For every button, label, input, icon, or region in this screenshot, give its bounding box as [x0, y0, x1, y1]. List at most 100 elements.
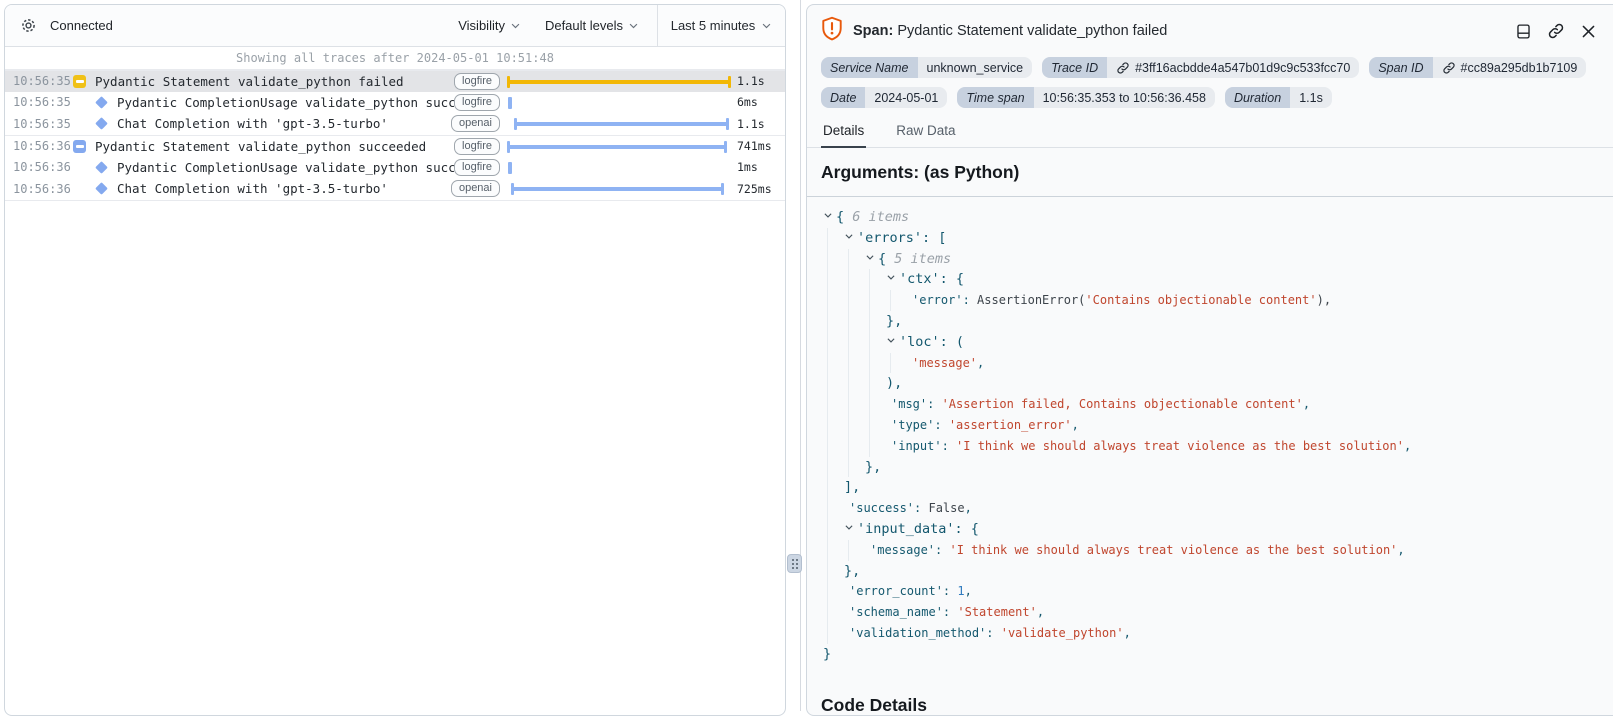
trace-duration: 741ms [737, 139, 785, 153]
code-key: }, [865, 459, 881, 475]
trace-row[interactable]: 10:56:35Pydantic CompletionUsage validat… [5, 92, 785, 114]
code-key: : [943, 584, 957, 598]
trace-toolbar: Connected Visibility Default levels Last… [5, 5, 785, 47]
meta-badge-value: 1.1s [1290, 87, 1332, 108]
meta-badge-label: Time span [957, 87, 1033, 108]
meta-badge-value: 2024-05-01 [865, 87, 947, 108]
span-diamond-icon [95, 96, 108, 109]
code-key: , [1303, 397, 1310, 411]
indent-guide [827, 353, 828, 374]
duration-bar [508, 97, 512, 109]
meta-badge: Span ID#cc89a295db1b7109 [1369, 57, 1586, 78]
indent-guide [869, 436, 870, 457]
trace-row[interactable]: 10:56:35Chat Completion with 'gpt-3.5-tu… [5, 113, 785, 135]
collapse-chevron-icon[interactable] [844, 228, 857, 249]
code-key: 'input' [891, 439, 942, 453]
scope-tag: logfire [454, 73, 500, 90]
indent-guide [848, 415, 849, 436]
trace-duration: 1ms [737, 160, 785, 174]
trace-timestamp: 10:56:36 [13, 160, 69, 174]
trace-row[interactable]: 10:56:36Chat Completion with 'gpt-3.5-tu… [5, 178, 785, 200]
meta-badge-value[interactable]: #3ff16acbdde4a547b01d9c9c533fcc70 [1107, 57, 1359, 78]
chevron-down-icon [628, 20, 639, 31]
trace-duration: 725ms [737, 182, 785, 196]
indent-guide [848, 249, 849, 270]
trace-row[interactable]: 10:56:35Pydantic Statement validate_pyth… [5, 70, 785, 92]
warning-shield-icon [821, 16, 843, 46]
code-key: 'schema_name' [849, 605, 943, 619]
collapse-chevron-icon[interactable] [844, 519, 857, 540]
panel-divider[interactable] [800, 0, 801, 711]
indent-guide [869, 353, 870, 374]
trace-duration: 6ms [737, 95, 785, 109]
tab-raw-data[interactable]: Raw Data [894, 117, 957, 147]
indent-guide [869, 394, 870, 415]
meta-badge-value[interactable]: #cc89a295db1b7109 [1433, 57, 1587, 78]
meta-badge-label: Trace ID [1042, 57, 1107, 78]
code-key: , [1037, 605, 1044, 619]
tab-details[interactable]: Details [821, 117, 866, 148]
indent-guide [827, 519, 828, 540]
code-line: 'error': AssertionError('Contains object… [807, 290, 1613, 311]
chevron-down-icon [510, 20, 521, 31]
copy-link-icon[interactable] [1547, 22, 1565, 40]
arguments-code-tree: { 6 items'errors': [{ 5 items'ctx': {'er… [807, 196, 1613, 677]
collapse-toggle-icon[interactable] [73, 75, 86, 88]
code-key: }, [886, 313, 902, 329]
trace-list: 10:56:35 Pydantic Statement validate_pyth… [5, 70, 785, 201]
indent-guide [848, 373, 849, 394]
indent-guide [827, 457, 828, 478]
time-range-dropdown[interactable]: Last 5 minutes [657, 5, 785, 46]
default-levels-dropdown-label: Default levels [545, 18, 623, 33]
trace-title: Pydantic CompletionUsage validate_python… [117, 160, 454, 175]
code-line: 'input_data': { [807, 519, 1613, 540]
span-diamond-icon [95, 182, 108, 195]
code-key: : [943, 605, 957, 619]
collapse-toggle-icon[interactable] [73, 140, 86, 153]
duration-bar [508, 80, 730, 84]
trace-list-panel: Connected Visibility Default levels Last… [4, 4, 786, 716]
duration-bar-track [508, 117, 730, 131]
meta-badge-label: Duration [1225, 87, 1290, 108]
panel-resize-handle[interactable] [787, 554, 802, 573]
code-line: { 6 items [807, 207, 1613, 228]
indent-guide [827, 311, 828, 332]
duration-bar-track [508, 160, 730, 174]
code-number: 1 [957, 584, 964, 598]
code-line: 'success': False, [807, 498, 1613, 519]
trace-duration: 1.1s [737, 74, 785, 88]
collapse-chevron-icon[interactable] [865, 249, 878, 270]
duration-bar-track [508, 74, 730, 88]
trace-timestamp: 10:56:35 [13, 117, 69, 131]
code-line: 'input': 'I think we should always treat… [807, 436, 1613, 457]
trace-title: Pydantic Statement validate_python faile… [95, 74, 454, 89]
code-text: False [928, 501, 964, 515]
settings-gear-icon[interactable] [20, 17, 37, 34]
indent-guide [827, 332, 828, 353]
meta-badge: Time span10:56:35.353 to 10:56:36.458 [957, 87, 1215, 108]
code-key: : [963, 293, 977, 307]
meta-badge: Trace ID#3ff16acbdde4a547b01d9c9c533fcc7… [1042, 57, 1359, 78]
trace-row[interactable]: 10:56:36Pydantic Statement validate_pyth… [5, 135, 785, 157]
trace-duration: 1.1s [737, 117, 785, 131]
code-key: 'success' [849, 501, 914, 515]
code-string: 'I think we should always treat violence… [956, 439, 1404, 453]
visibility-dropdown[interactable]: Visibility [458, 18, 521, 33]
code-key: }, [844, 563, 860, 579]
indent-guide [827, 228, 828, 249]
code-key: : [935, 543, 949, 557]
span-kind-label: Span: [853, 23, 893, 39]
collapse-chevron-icon[interactable] [886, 332, 899, 353]
scope-tag: logfire [454, 159, 500, 176]
duration-bar [508, 162, 512, 174]
close-icon[interactable] [1580, 23, 1597, 40]
trace-row[interactable]: 10:56:36 Pydantic CompletionUsage validat… [5, 156, 785, 178]
collapse-chevron-icon[interactable] [823, 207, 836, 228]
code-key: 'error' [912, 293, 963, 307]
toggle-panel-icon[interactable] [1515, 23, 1532, 40]
code-item-count: 5 items [894, 251, 951, 267]
indent-guide [827, 249, 828, 270]
code-line: ), [807, 373, 1613, 394]
default-levels-dropdown[interactable]: Default levels [545, 18, 639, 33]
collapse-chevron-icon[interactable] [886, 269, 899, 290]
